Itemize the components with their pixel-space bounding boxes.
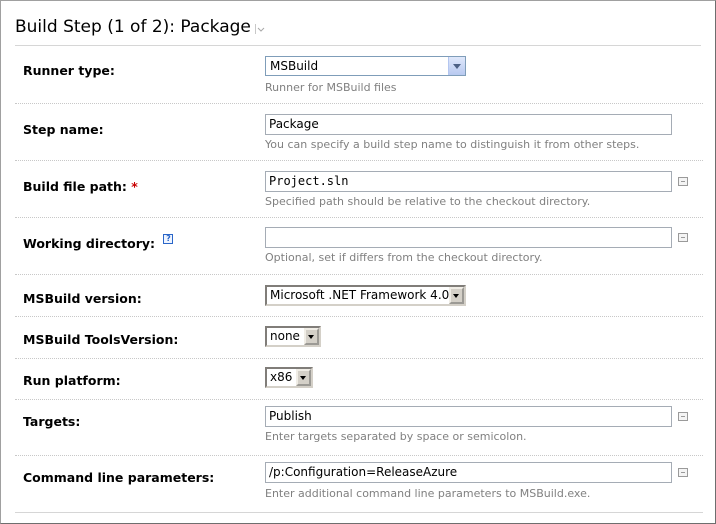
directory-chooser-icon[interactable] [678, 233, 688, 242]
expand-editor-icon[interactable] [678, 468, 688, 477]
run-platform-label: Run platform: [23, 373, 121, 388]
expand-editor-icon[interactable] [678, 412, 688, 421]
build-file-path-label: Build file path: * [23, 179, 138, 194]
command-line-parameters-note: Enter additional command line parameters… [265, 487, 591, 500]
msbuild-toolsversion-value: none [270, 329, 300, 343]
working-directory-label: Working directory: ? [23, 234, 174, 251]
runner-type-label: Runner type: [23, 63, 115, 78]
working-directory-input[interactable] [265, 227, 672, 248]
chevron-down-icon[interactable] [254, 20, 267, 34]
command-line-parameters-value: /p:Configuration=ReleaseAzure [269, 465, 458, 479]
page-title: Build Step (1 of 2): Package [15, 17, 267, 37]
step-name-value: Package [269, 117, 319, 131]
msbuild-version-row: MSBuild version: Microsoft .NET Framewor… [15, 275, 703, 317]
targets-row: Targets: Publish Enter targets separated… [15, 400, 703, 456]
msbuild-version-label: MSBuild version: [23, 291, 142, 306]
working-directory-note: Optional, set if differs from the checko… [265, 251, 543, 264]
working-directory-label-text: Working directory: [23, 236, 156, 251]
dropdown-arrow-icon[interactable] [448, 57, 465, 75]
dropdown-arrow-icon[interactable] [449, 287, 464, 304]
msbuild-toolsversion-select[interactable]: none [265, 326, 321, 347]
step-name-label: Step name: [23, 122, 104, 137]
command-line-parameters-row: Command line parameters: /p:Configuratio… [15, 456, 703, 513]
run-platform-select[interactable]: x86 [265, 367, 313, 388]
msbuild-toolsversion-label: MSBuild ToolsVersion: [23, 332, 179, 347]
msbuild-version-select[interactable]: Microsoft .NET Framework 4.0 [265, 285, 466, 306]
help-icon[interactable]: ? [163, 234, 174, 244]
page-title-text: Build Step (1 of 2): Package [15, 17, 251, 37]
run-platform-value: x86 [270, 370, 293, 384]
required-marker: * [131, 179, 138, 194]
runner-type-note: Runner for MSBuild files [265, 81, 397, 94]
targets-label: Targets: [23, 414, 81, 429]
build-step-panel: Build Step (1 of 2): Package Runner type… [0, 0, 716, 524]
run-platform-row: Run platform: x86 [15, 359, 703, 400]
command-line-parameters-label: Command line parameters: [23, 470, 215, 485]
targets-input[interactable]: Publish [265, 406, 672, 427]
step-name-row: Step name: Package You can specify a bui… [15, 104, 703, 161]
file-chooser-icon[interactable] [678, 177, 688, 186]
msbuild-toolsversion-row: MSBuild ToolsVersion: none [15, 317, 703, 359]
runner-type-select[interactable]: MSBuild [265, 56, 466, 76]
msbuild-version-value: Microsoft .NET Framework 4.0 [270, 288, 450, 302]
step-name-input[interactable]: Package [265, 114, 672, 135]
runner-type-value: MSBuild [270, 59, 319, 73]
targets-value: Publish [269, 409, 312, 423]
build-file-path-note: Specified path should be relative to the… [265, 195, 591, 208]
step-name-note: You can specify a build step name to dis… [265, 138, 640, 151]
targets-note: Enter targets separated by space or semi… [265, 430, 527, 443]
command-line-parameters-input[interactable]: /p:Configuration=ReleaseAzure [265, 462, 672, 483]
runner-type-row: Runner type: MSBuild Runner for MSBuild … [15, 46, 703, 104]
build-file-path-label-text: Build file path: [23, 179, 127, 194]
working-directory-row: Working directory: ? Optional, set if di… [15, 218, 703, 275]
build-file-path-row: Build file path: * Project.sln Specified… [15, 161, 703, 218]
dropdown-arrow-icon[interactable] [304, 328, 319, 345]
dropdown-arrow-icon[interactable] [296, 369, 311, 386]
build-file-path-input[interactable]: Project.sln [265, 171, 672, 192]
build-file-path-value: Project.sln [269, 174, 349, 188]
